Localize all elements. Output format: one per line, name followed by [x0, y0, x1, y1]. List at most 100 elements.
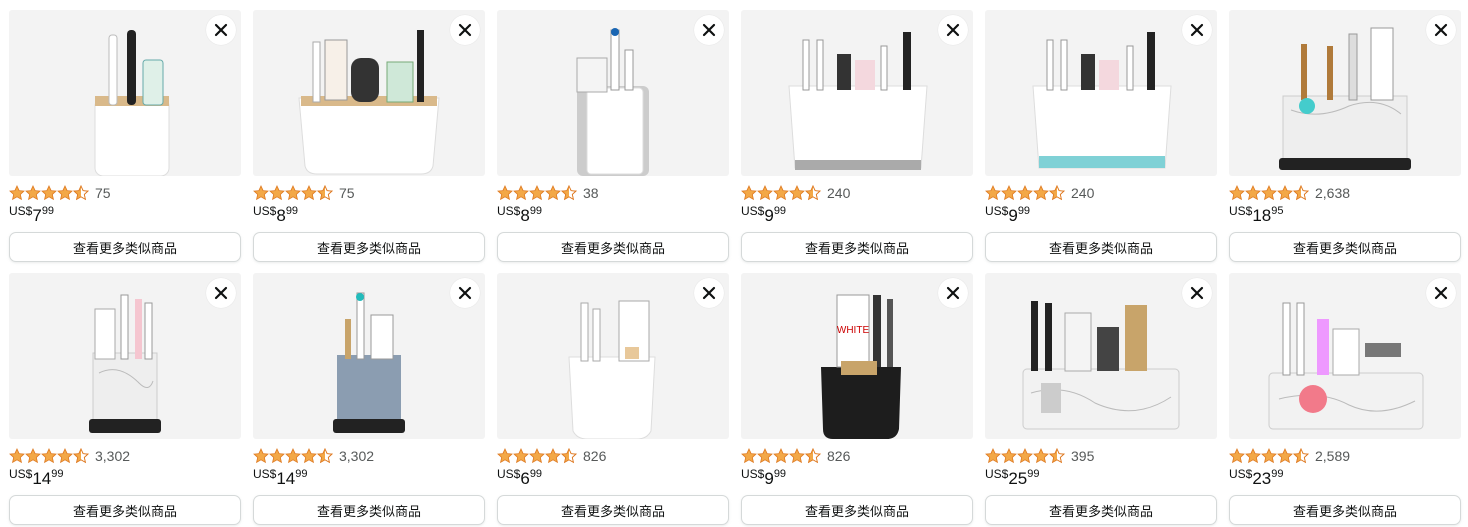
product-image[interactable] — [741, 10, 973, 176]
see-similar-button[interactable]: 查看更多类似商品 — [741, 495, 973, 525]
star-icon — [285, 185, 301, 201]
price-currency: US$ — [1229, 204, 1253, 218]
star-rating — [1229, 185, 1309, 201]
product-image[interactable] — [9, 273, 241, 439]
dismiss-button[interactable] — [694, 278, 724, 308]
dismiss-button[interactable] — [694, 15, 724, 45]
rating-row[interactable]: 75 — [9, 184, 241, 202]
product-image[interactable] — [497, 273, 729, 439]
rating-row[interactable]: 2,589 — [1229, 447, 1461, 465]
star-icon — [529, 448, 545, 464]
dismiss-button[interactable] — [1426, 278, 1456, 308]
star-icon — [317, 185, 333, 201]
product-card: 240 US$ 9 99 查看更多类似商品 — [985, 10, 1217, 262]
see-similar-button[interactable]: 查看更多类似商品 — [1229, 232, 1461, 262]
price-whole: 8 — [520, 206, 530, 225]
star-icon — [9, 448, 25, 464]
product-card: 75 US$ 7 99 查看更多类似商品 — [9, 10, 241, 262]
see-similar-button[interactable]: 查看更多类似商品 — [1229, 495, 1461, 525]
see-similar-button[interactable]: 查看更多类似商品 — [985, 495, 1217, 525]
price: US$ 25 99 — [985, 466, 1217, 488]
price-currency: US$ — [741, 467, 765, 481]
star-icon — [1277, 185, 1293, 201]
rating-row[interactable]: 38 — [497, 184, 729, 202]
review-count: 3,302 — [339, 448, 375, 464]
price-whole: 9 — [764, 469, 774, 488]
product-image[interactable] — [253, 10, 485, 176]
star-icon — [73, 185, 89, 201]
dismiss-button[interactable] — [1182, 15, 1212, 45]
star-icon — [773, 448, 789, 464]
product-card: 75 US$ 8 99 查看更多类似商品 — [253, 10, 485, 262]
price: US$ 23 99 — [1229, 466, 1461, 488]
product-image[interactable] — [1229, 273, 1461, 439]
see-similar-button[interactable]: 查看更多类似商品 — [985, 232, 1217, 262]
product-image[interactable] — [985, 273, 1217, 439]
price-whole: 6 — [520, 469, 530, 488]
see-similar-button[interactable]: 查看更多类似商品 — [497, 495, 729, 525]
star-icon — [1229, 185, 1245, 201]
see-similar-button[interactable]: 查看更多类似商品 — [9, 232, 241, 262]
dismiss-button[interactable] — [450, 15, 480, 45]
star-icon — [1293, 448, 1309, 464]
price: US$ 14 99 — [9, 466, 241, 488]
see-similar-button[interactable]: 查看更多类似商品 — [497, 232, 729, 262]
rating-row[interactable]: 826 — [741, 447, 973, 465]
product-image[interactable] — [985, 10, 1217, 176]
price-fraction: 99 — [1271, 468, 1284, 480]
star-icon — [269, 448, 285, 464]
star-rating — [253, 448, 333, 464]
dismiss-button[interactable] — [1182, 278, 1212, 308]
dismiss-button[interactable] — [206, 278, 236, 308]
product-image[interactable] — [1229, 10, 1461, 176]
star-icon — [805, 448, 821, 464]
rating-row[interactable]: 3,302 — [9, 447, 241, 465]
star-icon — [1277, 448, 1293, 464]
rating-row[interactable]: 2,638 — [1229, 184, 1461, 202]
price-currency: US$ — [497, 467, 521, 481]
review-count: 75 — [95, 185, 111, 201]
star-rating — [497, 448, 577, 464]
rating-row[interactable]: 75 — [253, 184, 485, 202]
star-icon — [497, 448, 513, 464]
dismiss-button[interactable] — [450, 278, 480, 308]
star-icon — [9, 185, 25, 201]
see-similar-button[interactable]: 查看更多类似商品 — [9, 495, 241, 525]
star-icon — [1033, 185, 1049, 201]
rating-row[interactable]: 240 — [985, 184, 1217, 202]
star-icon — [317, 448, 333, 464]
rating-row[interactable]: 395 — [985, 447, 1217, 465]
rating-row[interactable]: 826 — [497, 447, 729, 465]
product-image[interactable] — [253, 273, 485, 439]
price-currency: US$ — [9, 204, 33, 218]
rating-row[interactable]: 240 — [741, 184, 973, 202]
star-icon — [1017, 185, 1033, 201]
price-fraction: 99 — [1017, 205, 1031, 217]
price-whole: 8 — [276, 206, 286, 225]
product-image[interactable]: WHITE — [741, 273, 973, 439]
star-rating — [9, 185, 89, 201]
star-icon — [301, 185, 317, 201]
star-rating — [741, 448, 821, 464]
star-icon — [985, 448, 1001, 464]
price-fraction: 95 — [1271, 205, 1284, 217]
star-icon — [1001, 185, 1017, 201]
star-icon — [57, 448, 73, 464]
dismiss-button[interactable] — [206, 15, 236, 45]
star-icon — [25, 448, 41, 464]
dismiss-button[interactable] — [1426, 15, 1456, 45]
see-similar-button[interactable]: 查看更多类似商品 — [741, 232, 973, 262]
price-whole: 14 — [32, 469, 52, 488]
product-image[interactable] — [9, 10, 241, 176]
price: US$ 6 99 — [497, 466, 729, 488]
price-fraction: 99 — [41, 205, 55, 217]
product-image[interactable] — [497, 10, 729, 176]
price-fraction: 99 — [51, 468, 64, 480]
dismiss-button[interactable] — [938, 15, 968, 45]
see-similar-button[interactable]: 查看更多类似商品 — [253, 232, 485, 262]
see-similar-button[interactable]: 查看更多类似商品 — [253, 495, 485, 525]
dismiss-button[interactable] — [938, 278, 968, 308]
rating-row[interactable]: 3,302 — [253, 447, 485, 465]
price: US$ 9 99 — [985, 203, 1217, 225]
star-icon — [741, 185, 757, 201]
